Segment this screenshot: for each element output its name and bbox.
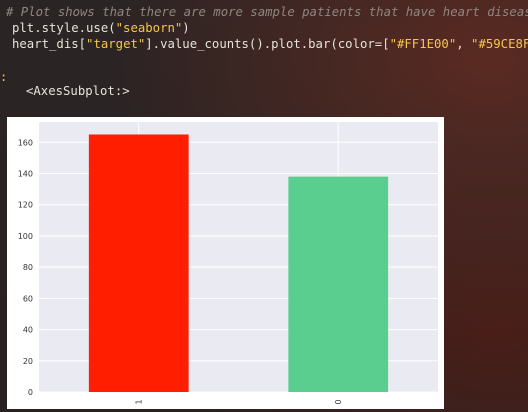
y-tick-label: 140 (18, 170, 33, 179)
code-comment: # Plot shows that there are more sample … (6, 5, 528, 19)
chart-figure: 0 20 40 60 80 100 120 140 160 1 0 (7, 117, 444, 409)
code-line-style: plt.style.use("seaborn") (12, 20, 190, 36)
y-tick-label: 160 (18, 138, 33, 147)
bar-chart: 0 20 40 60 80 100 120 140 160 1 0 (18, 122, 438, 405)
code-cell[interactable]: # Plot shows that there are more sample … (0, 0, 528, 60)
code-style-string: "seaborn" (115, 21, 183, 35)
code-plot-mid: ].value_counts().plot.bar(color=[ (145, 37, 390, 51)
y-tick-label: 20 (23, 357, 33, 366)
code-style-prefix: plt.style.use( (12, 21, 116, 35)
y-tick-label: 60 (23, 294, 33, 303)
bar (288, 176, 389, 392)
code-line-plot: heart_dis["target"].value_counts().plot.… (12, 36, 528, 52)
bar (88, 134, 189, 393)
code-style-suffix: ) (182, 21, 190, 35)
y-tick-label: 100 (18, 232, 33, 241)
output-prompt-marker: : (0, 70, 8, 84)
output-repr-text: <AxesSubplot:> (26, 84, 130, 98)
x-tick-label: 0 (334, 399, 343, 404)
code-plot-prefix: heart_dis[ (12, 37, 87, 51)
code-comment-line: # Plot shows that there are more sample … (6, 4, 528, 20)
code-plot-sep: , (456, 37, 472, 51)
y-tick-label: 80 (23, 263, 33, 272)
y-tick-label: 0 (28, 388, 33, 397)
x-tick-label: 1 (134, 399, 143, 404)
y-tick-label: 120 (18, 201, 33, 210)
y-tick-label: 40 (23, 326, 33, 335)
code-plot-string-color1: "#FF1E00" (389, 37, 457, 51)
code-plot-string-target: "target" (86, 37, 146, 51)
code-plot-string-color2: "#59CE8F" (471, 37, 528, 51)
